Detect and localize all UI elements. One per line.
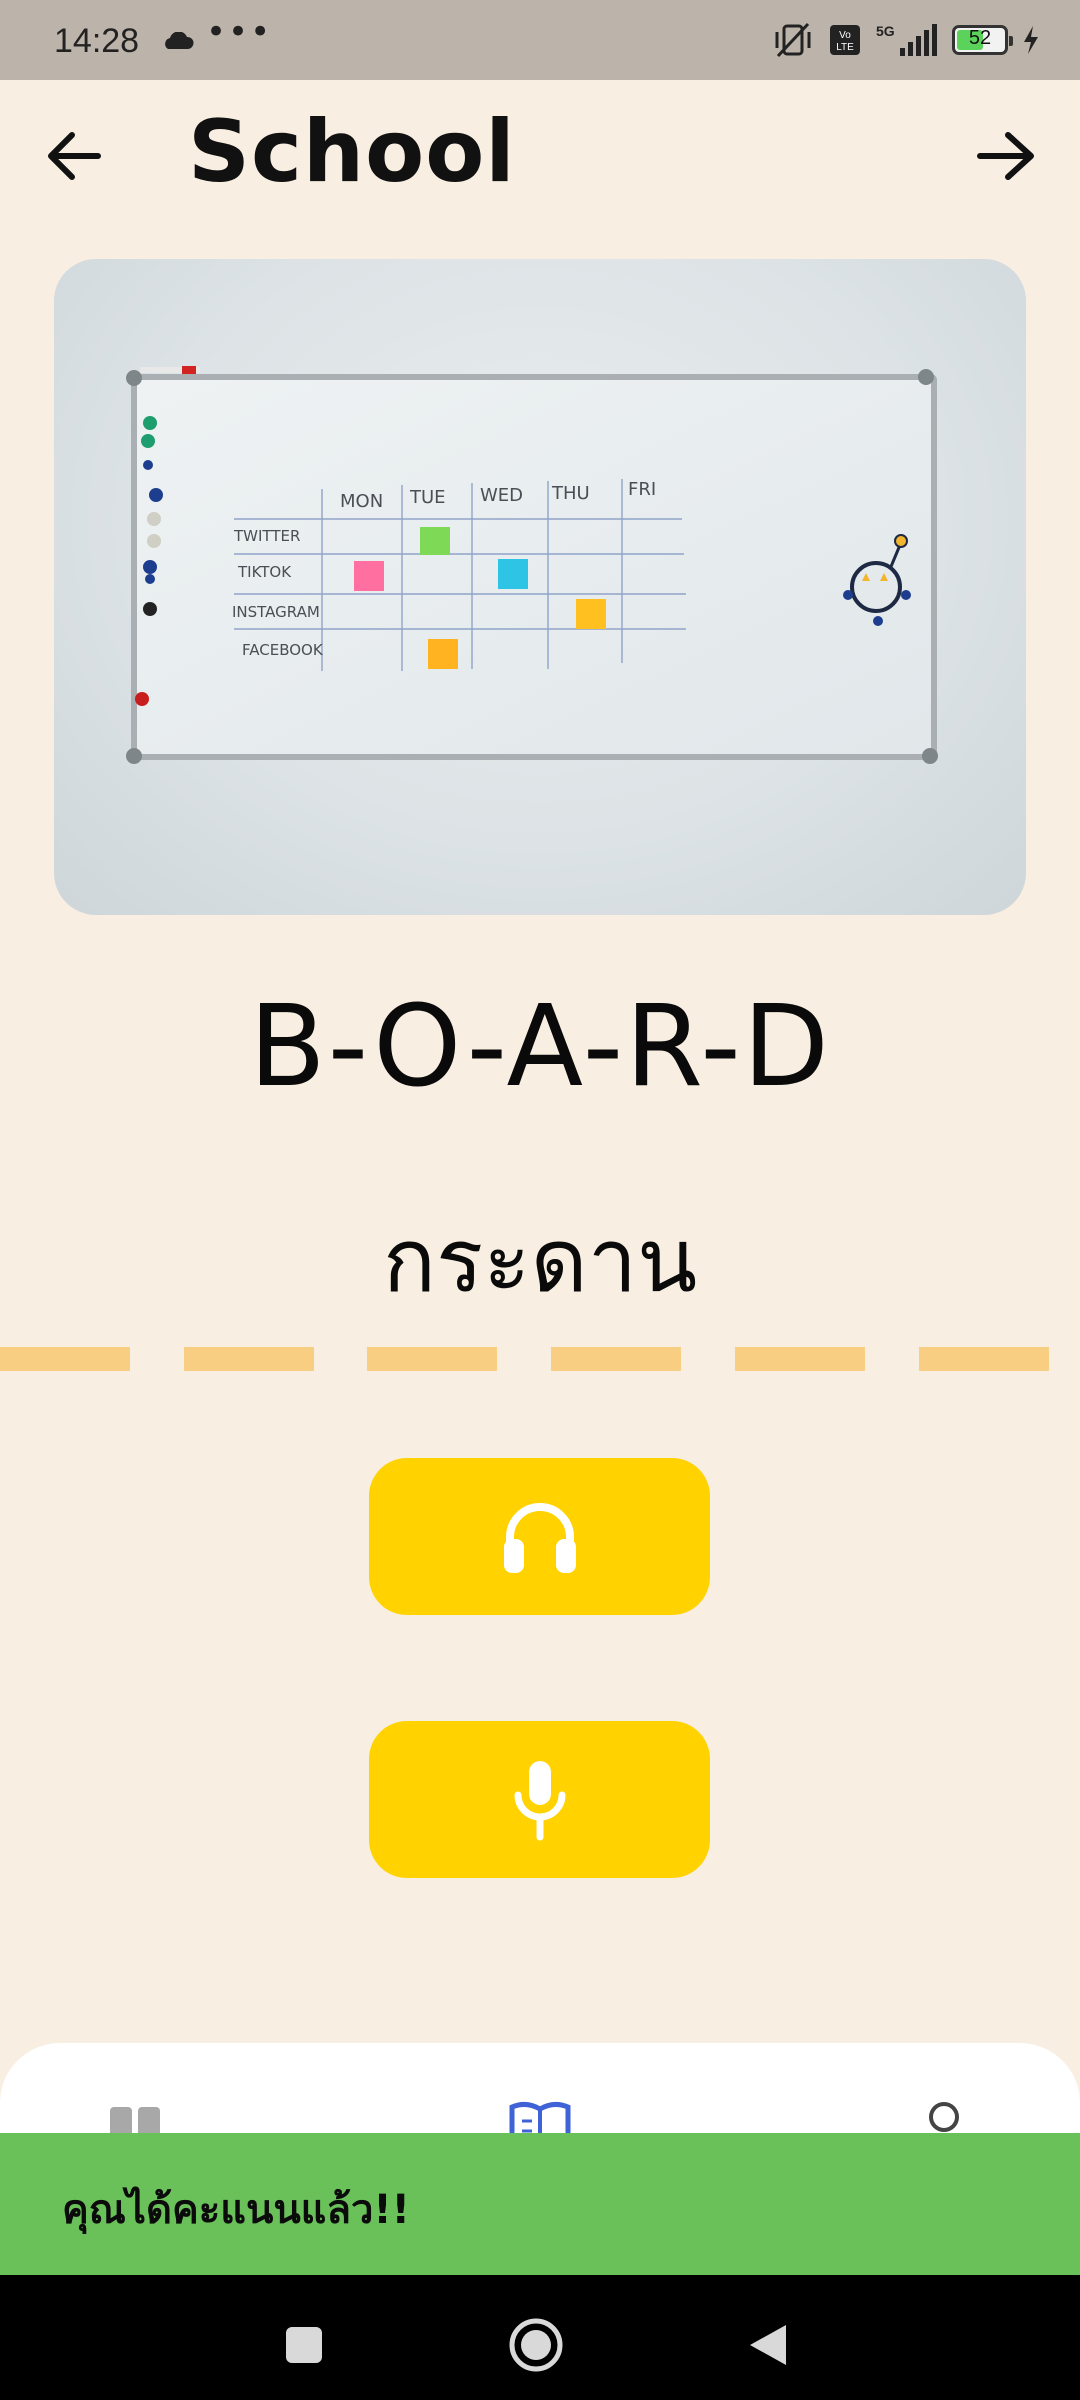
square-icon (286, 2327, 322, 2363)
back-button[interactable] (38, 120, 110, 192)
top-app-bar: School (0, 80, 1080, 230)
volte-icon: Vo LTE (830, 25, 860, 55)
board-row-0: TWITTER (233, 527, 300, 545)
vocab-word: B-O-A-R-D (248, 982, 832, 1112)
signal-5g-icon: 5G (876, 23, 937, 56)
home-button[interactable] (506, 2315, 566, 2375)
whiteboard-illustration: MON TUE WED THU FRI TWITTER TIKTOK INSTA… (126, 366, 938, 764)
listen-button[interactable] (369, 1458, 710, 1615)
home-circle-icon (509, 2318, 563, 2372)
vibrate-muted-icon (775, 22, 811, 58)
board-row-1: TIKTOK (237, 563, 292, 581)
board-day-2: WED (480, 485, 523, 506)
board-day-0: MON (340, 491, 383, 512)
svg-text:Vo: Vo (839, 30, 851, 41)
dashed-divider (0, 1347, 1080, 1371)
headphones-icon (503, 1502, 576, 1573)
board-row-2: INSTAGRAM (232, 603, 320, 621)
recents-button[interactable] (274, 2315, 334, 2375)
cloud-icon (165, 32, 194, 49)
system-navigation-bar (0, 2275, 1080, 2400)
board-day-4: FRI (628, 479, 656, 500)
word-image: MON TUE WED THU FRI TWITTER TIKTOK INSTA… (54, 259, 1026, 915)
arrow-right-icon (977, 132, 1034, 180)
board-day-1: TUE (409, 487, 446, 508)
status-more-icon: ••• (206, 12, 273, 52)
arrow-left-icon (48, 132, 101, 180)
charging-icon (1024, 26, 1038, 54)
status-bar: 14:28 ••• Vo LTE 5G 52 (0, 0, 1080, 80)
page-title: School (188, 102, 516, 202)
svg-text:5G: 5G (876, 23, 895, 39)
toast-message: คุณได้คะแนนแล้ว!! (62, 2187, 410, 2233)
battery-level: 52 (968, 27, 992, 49)
status-time: 14:28 (54, 22, 140, 60)
battery-icon: 52 (952, 25, 1013, 55)
system-back-button[interactable] (738, 2315, 798, 2375)
board-row-3: FACEBOOK (242, 641, 324, 659)
vocab-translation: กระดาน (382, 1209, 698, 1312)
triangle-back-icon (750, 2325, 786, 2365)
microphone-icon (514, 1760, 565, 1840)
next-button[interactable] (970, 120, 1042, 192)
status-right-icons: Vo LTE 5G 52 (772, 18, 1040, 62)
svg-text:LTE: LTE (836, 42, 854, 53)
score-toast: คุณได้คะแนนแล้ว!! (0, 2133, 1080, 2275)
speak-button[interactable] (369, 1721, 710, 1878)
board-day-3: THU (551, 483, 590, 504)
